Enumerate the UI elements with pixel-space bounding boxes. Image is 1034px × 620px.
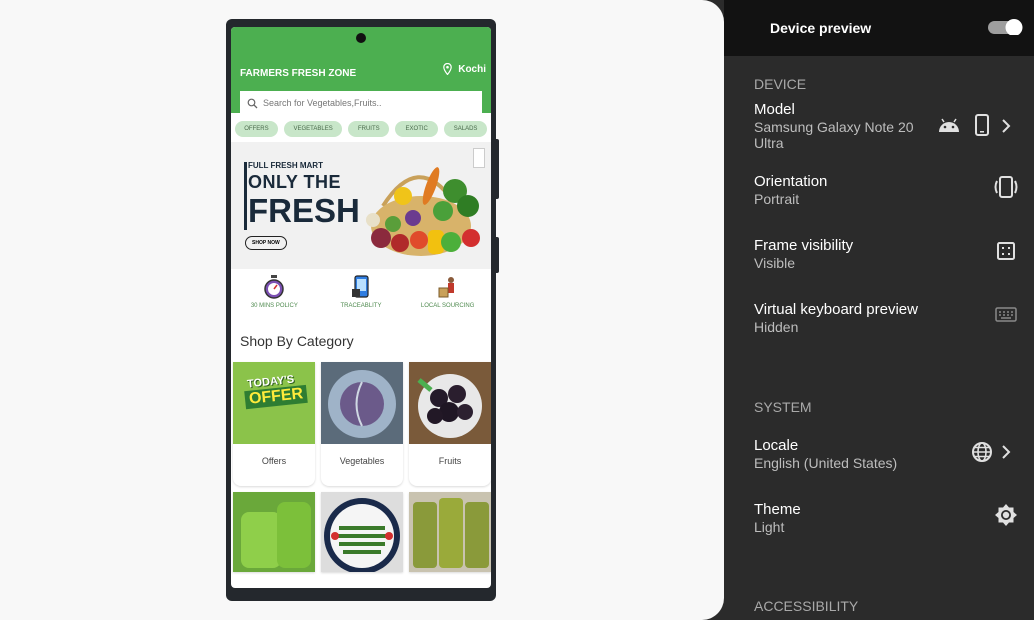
vegetables-image [321, 362, 403, 444]
setting-value-line2: Ultra [754, 135, 784, 151]
device-preview-panel: Device preview DEVICE Model Samsung Gala… [724, 0, 1034, 620]
setting-value: Light [754, 519, 785, 535]
stopwatch-icon [264, 275, 285, 299]
device-frame: FARMERS FRESH ZONE Kochi Search for Vege… [226, 19, 499, 601]
feature-30-mins: 30 MINS POLICY [231, 275, 317, 309]
brightness-icon[interactable] [994, 503, 1018, 527]
category-card-vegetables[interactable]: Vegetables [321, 362, 403, 486]
frame-icon[interactable] [997, 242, 1015, 260]
setting-theme[interactable]: Theme Light [754, 501, 801, 535]
banner-badge-icon [473, 148, 485, 168]
category-grid: TODAY'S OFFER Offers Vegetables Fruits [231, 362, 491, 486]
phone-icon [975, 114, 989, 136]
app-bar: FARMERS FRESH ZONE Kochi Search for Vege… [231, 27, 491, 115]
offers-image: TODAY'S OFFER [233, 362, 315, 444]
chip-fruits[interactable]: FRUITS [348, 121, 390, 137]
setting-title: Theme [754, 501, 801, 518]
location-label: Kochi [458, 63, 486, 75]
location[interactable]: Kochi [443, 63, 486, 75]
banner-accent-bar [244, 162, 247, 230]
asparagus-image [321, 492, 403, 572]
section-accessibility: ACCESSIBILITY [754, 598, 859, 614]
chip-salads[interactable]: SALADS [444, 121, 488, 137]
setting-value: Hidden [754, 319, 799, 335]
feature-label: LOCAL SOURCING [420, 303, 475, 309]
banner-line1: FULL FRESH MART [248, 161, 323, 170]
feature-label: 30 MINS POLICY [250, 303, 298, 309]
shop-now-button[interactable]: SHOP NOW [245, 236, 287, 250]
feature-label: TRACEABLITY [340, 303, 382, 309]
device-preview-toggle[interactable] [988, 19, 1024, 35]
category-label: Fruits [438, 456, 462, 466]
setting-orientation[interactable]: Orientation Portrait [754, 173, 827, 207]
chip-exotic[interactable]: EXOTIC [395, 121, 439, 137]
category-label: Offers [261, 456, 287, 466]
features-row: 30 MINS POLICY TRACEABLITY LOCAL SOURCIN… [231, 275, 491, 309]
screen-rotation-icon[interactable] [993, 176, 1019, 198]
setting-model[interactable]: Model Samsung Galaxy Note 20 Ultra [754, 101, 914, 151]
setting-locale[interactable]: Locale English (United States) [754, 437, 897, 471]
farmer-icon [438, 277, 454, 298]
setting-title: Virtual keyboard preview [754, 301, 918, 318]
chevron-right-icon[interactable] [1001, 444, 1011, 460]
phone-scan-icon [351, 275, 369, 298]
search-input[interactable]: Search for Vegetables,Fruits.. [240, 91, 482, 115]
promo-banner[interactable]: FULL FRESH MART ONLY THE FRESH SHOP NOW [231, 142, 491, 269]
shop-by-category-title: Shop By Category [240, 333, 354, 349]
setting-value: Visible [754, 255, 795, 271]
preview-canvas: FARMERS FRESH ZONE Kochi Search for Vege… [0, 0, 724, 620]
category-grid-row2 [231, 492, 491, 572]
fruits-image [409, 362, 491, 444]
setting-value: Samsung Galaxy Note 20 [754, 119, 914, 135]
category-card-fruits[interactable]: Fruits [409, 362, 491, 486]
app-screen: FARMERS FRESH ZONE Kochi Search for Vege… [231, 27, 491, 588]
volume-button [496, 237, 499, 273]
setting-value: Portrait [754, 191, 800, 207]
category-card-jars[interactable] [409, 492, 491, 572]
jars-image [409, 492, 491, 572]
globe-icon [972, 442, 992, 462]
setting-title: Locale [754, 437, 799, 454]
category-card-offers[interactable]: TODAY'S OFFER Offers [233, 362, 315, 486]
setting-title: Frame visibility [754, 237, 854, 254]
power-button [496, 139, 499, 199]
setting-title: Orientation [754, 173, 828, 190]
setting-virtual-keyboard[interactable]: Virtual keyboard preview Hidden [754, 301, 918, 335]
category-card-pickles[interactable] [233, 492, 315, 572]
location-pin-icon [443, 63, 453, 75]
setting-title: Model [754, 101, 795, 118]
category-chips: OFFERS VEGETABLES FRUITS EXOTIC SALADS [231, 121, 491, 137]
category-label: Vegetables [339, 456, 385, 466]
setting-value: English (United States) [754, 455, 898, 471]
pickles-image [233, 492, 315, 572]
setting-frame-visibility[interactable]: Frame visibility Visible [754, 237, 853, 271]
keyboard-icon[interactable] [995, 307, 1017, 322]
android-icon [939, 118, 959, 132]
panel-header: Device preview [724, 0, 1034, 56]
banner-line2: ONLY THE [248, 172, 342, 192]
brand-title: FARMERS FRESH ZONE [240, 68, 357, 79]
section-device: DEVICE [754, 76, 807, 92]
panel-title: Device preview [770, 20, 872, 36]
feature-traceability: TRACEABLITY [318, 275, 404, 309]
search-icon [247, 98, 258, 108]
category-card-asparagus[interactable] [321, 492, 403, 572]
camera-icon [356, 33, 366, 43]
chip-offers[interactable]: OFFERS [235, 121, 278, 137]
section-system: SYSTEM [754, 399, 812, 415]
vegetable-basket-image [366, 167, 480, 256]
feature-local-sourcing: LOCAL SOURCING [405, 275, 491, 309]
chip-vegetables[interactable]: VEGETABLES [283, 121, 343, 137]
chevron-right-icon[interactable] [1001, 118, 1011, 134]
search-placeholder: Search for Vegetables,Fruits.. [263, 98, 382, 108]
